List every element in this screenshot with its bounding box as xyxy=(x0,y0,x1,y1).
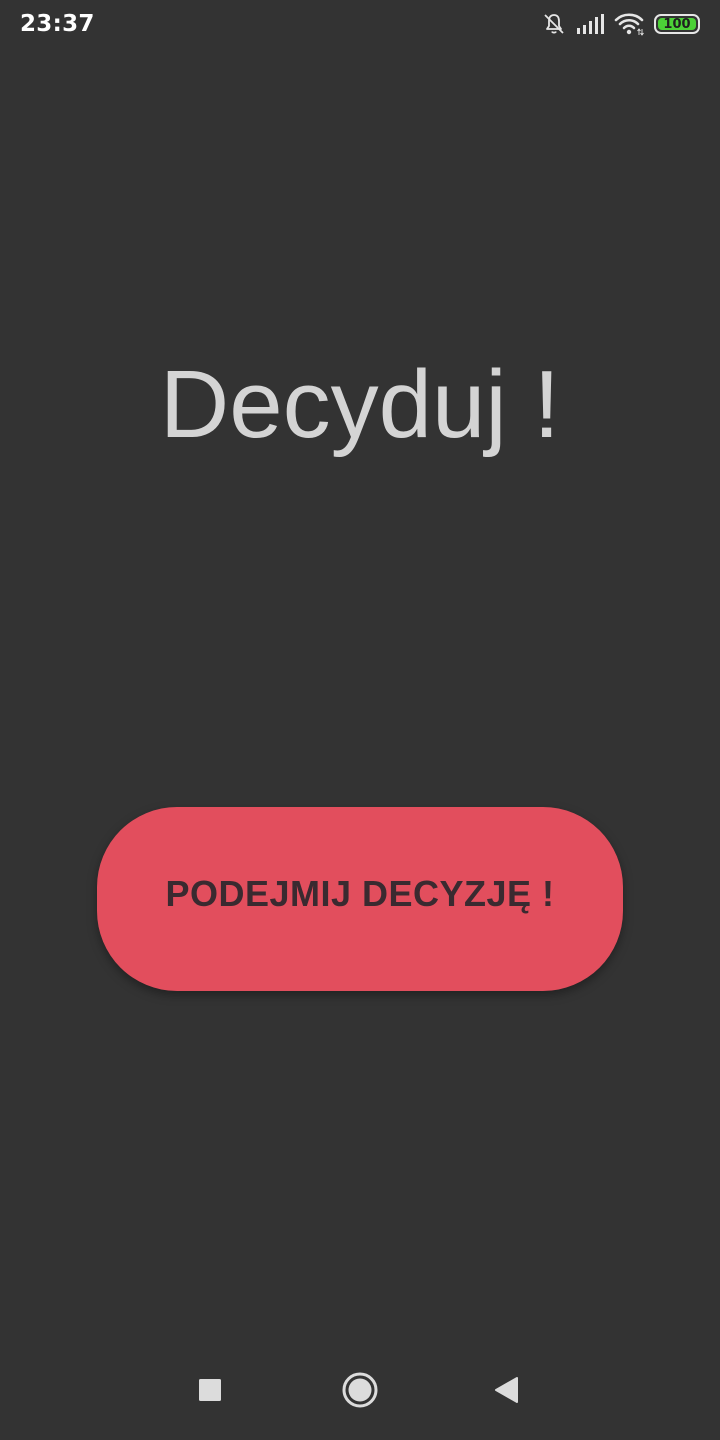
recents-icon xyxy=(198,1378,222,1406)
signal-icon xyxy=(576,13,604,35)
back-icon xyxy=(493,1376,519,1408)
battery-level: 100 xyxy=(663,16,691,32)
status-time: 23:37 xyxy=(20,11,95,37)
page-title: Decyduj ! xyxy=(159,351,561,458)
navigation-bar xyxy=(0,1344,720,1440)
bell-off-icon xyxy=(542,12,566,36)
battery-body: 100 xyxy=(654,14,700,34)
back-button[interactable] xyxy=(482,1368,530,1416)
battery-icon: 100 xyxy=(654,14,700,34)
home-button[interactable] xyxy=(336,1368,384,1416)
status-bar: 23:37 100 xyxy=(0,0,720,52)
recents-button[interactable] xyxy=(186,1368,234,1416)
make-decision-label: PODEJMIJ DECYZJĘ ! xyxy=(165,873,555,914)
app-screen: 23:37 100 Decyduj ! PODEJMIJ DECYZJĘ ! xyxy=(0,0,720,1440)
status-icons: 100 xyxy=(542,12,700,36)
make-decision-button[interactable]: PODEJMIJ DECYZJĘ ! xyxy=(97,807,623,991)
wifi-icon xyxy=(614,12,644,36)
home-icon xyxy=(341,1371,379,1413)
